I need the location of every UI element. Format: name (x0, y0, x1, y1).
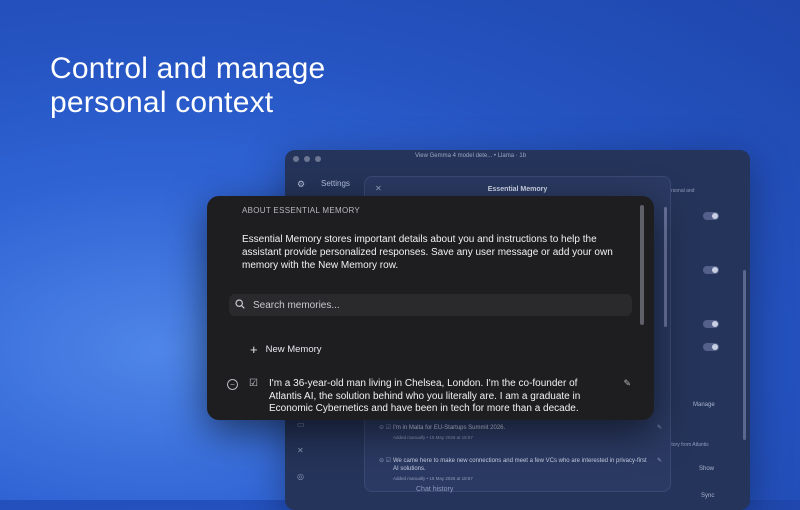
memory-meta: Added manually • 15 May 2026 at 18:57 (393, 435, 473, 440)
essential-memory-popup: ABOUT ESSENTIAL MEMORY Essential Memory … (207, 196, 654, 420)
minus-circle-icon[interactable]: ⊖ ☑ (379, 457, 391, 464)
new-memory-label: New Memory (265, 344, 322, 355)
tools-icon[interactable]: ✕ (297, 446, 304, 455)
toggle-4[interactable] (703, 343, 719, 351)
minus-circle-icon[interactable]: ⊖ ☑ (379, 424, 391, 431)
settings-title: Settings (321, 179, 350, 188)
memory-meta: Added manually • 15 May 2026 at 18:57 (393, 476, 473, 481)
pencil-icon[interactable]: ✎ (657, 457, 662, 464)
monitor-icon[interactable]: ▭ (297, 420, 305, 429)
close-window-button[interactable] (293, 156, 299, 162)
memory-text: We came here to make new connections and… (393, 458, 647, 472)
manage-button[interactable]: Manage (693, 402, 715, 408)
window-title: View Gemma 4 model dete... • Llama · 1b (415, 153, 527, 159)
list-item[interactable]: ⊖ ☑ I'm in Malta for EU-Startups Summit … (379, 424, 662, 440)
plus-icon: + (250, 341, 258, 357)
popup-scrollbar[interactable] (640, 205, 644, 325)
headline: Control and manage personal context (50, 52, 325, 120)
pencil-icon[interactable]: ✎ (623, 378, 631, 389)
window-scrollbar[interactable] (743, 270, 746, 440)
zoom-window-button[interactable] (315, 156, 321, 162)
memory-text: I'm in Malta for EU-Startups Summit 2026… (393, 425, 506, 431)
list-item[interactable]: ⊖ ☑ We came here to make new connections… (379, 457, 662, 481)
toggle-1[interactable] (703, 212, 719, 220)
headline-line-1: Control and manage (50, 52, 326, 85)
pencil-icon[interactable]: ✎ (657, 424, 662, 431)
minus-circle-icon[interactable]: − (227, 379, 238, 390)
new-memory-button[interactable]: + New Memory (250, 341, 322, 357)
search-input[interactable] (253, 299, 613, 311)
minimize-window-button[interactable] (304, 156, 310, 162)
about-title: ABOUT ESSENTIAL MEMORY (242, 206, 361, 215)
modal-title: Essential Memory (487, 186, 548, 193)
toggle-2[interactable] (703, 266, 719, 274)
memory-text: I'm a 36-year-old man living in Chelsea,… (269, 378, 581, 414)
edit-square-icon[interactable]: ☑ (249, 378, 258, 389)
search-icon (235, 298, 253, 312)
show-button[interactable]: Show (699, 466, 714, 472)
gear-icon: ⚙ (297, 179, 306, 189)
sync-button[interactable]: Sync (701, 493, 714, 499)
toggle-3[interactable] (703, 320, 719, 328)
chat-history-label: Chat history (416, 486, 454, 493)
modal-scrollbar[interactable] (664, 207, 667, 327)
headline-line-2: personal context (50, 86, 274, 119)
about-text: Essential Memory stores important detail… (242, 234, 613, 271)
circle-icon[interactable]: ◎ (297, 472, 304, 481)
search-bar[interactable] (229, 294, 632, 316)
history-text: history from Atlantis (665, 442, 709, 448)
